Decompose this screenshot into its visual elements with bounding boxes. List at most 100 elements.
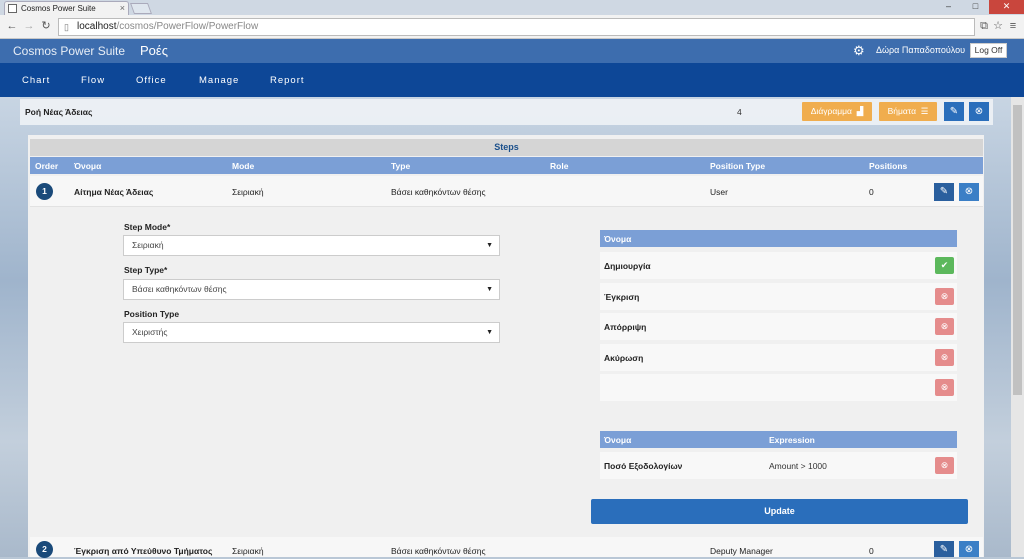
update-button[interactable]: Update (591, 499, 968, 524)
close-circle-icon: ⊗ (974, 106, 984, 117)
condition-expression: Amount > 1000 (769, 461, 827, 471)
close-icon[interactable]: × (120, 2, 125, 15)
action-disabled-button[interactable]: ⊗ (935, 318, 954, 335)
browser-tabstrip (0, 0, 1024, 15)
star-icon[interactable]: ☆ (991, 19, 1005, 33)
actions-col-name: Όνομα (604, 234, 632, 244)
url-input[interactable]: ▯ localhost/cosmos/PowerFlow/PowerFlow (58, 18, 975, 36)
step-type-value: Βάσει καθηκόντων θέσης (132, 284, 227, 294)
check-circle-icon: ✔ (940, 260, 949, 270)
delete-step-button[interactable]: ⊗ (959, 183, 979, 201)
diagram-button[interactable]: Διάγραμμα ▟ (802, 102, 872, 121)
close-circle-icon: ⊗ (940, 291, 949, 301)
page-info-icon[interactable]: ▯ (64, 19, 69, 35)
action-name: Έγκριση (604, 292, 640, 302)
step-positions: 0 (869, 187, 874, 197)
col-mode: Mode (232, 161, 255, 171)
logoff-button[interactable]: Log Off (970, 43, 1007, 58)
action-name: Δημιουργία (604, 261, 651, 271)
delete-step-button[interactable]: ⊗ (959, 541, 979, 557)
user-name[interactable]: Δώρα Παπαδοπούλου (876, 45, 965, 55)
list-icon: ☰ (918, 106, 929, 116)
action-disabled-button[interactable]: ⊗ (935, 288, 954, 305)
action-name: Απόρριψη (604, 322, 647, 332)
steps-button-label: Βήματα (887, 106, 916, 116)
close-circle-icon: ⊗ (940, 460, 949, 470)
step-type: Βάσει καθηκόντων θέσης (391, 546, 486, 556)
conditions-col-name: Όνομα (604, 435, 632, 445)
steps-button[interactable]: Βήματα ☰ (879, 102, 937, 121)
list-item: Δημιουργία ✔ (600, 252, 957, 279)
nav-office[interactable]: Office (136, 75, 167, 86)
action-name: Ακύρωση (604, 353, 644, 363)
caret-down-icon: ▼ (486, 329, 493, 336)
pencil-icon: ✎ (939, 544, 949, 555)
col-role: Role (550, 161, 569, 171)
col-order: Order (35, 161, 59, 171)
new-tab-button[interactable] (129, 3, 153, 14)
close-circle-icon: ⊗ (940, 352, 949, 362)
edit-step-button[interactable]: ✎ (934, 183, 954, 201)
list-item: Έγκριση ⊗ (600, 283, 957, 310)
position-type-value: Χειριστής (132, 327, 168, 337)
list-item: Ακύρωση ⊗ (600, 344, 957, 371)
browser-tab[interactable]: Cosmos Power Suite × (4, 1, 129, 15)
back-icon[interactable]: ← (5, 19, 19, 33)
maximize-icon[interactable]: □ (962, 0, 989, 14)
window-close-icon[interactable]: ✕ (989, 0, 1024, 14)
translate-icon[interactable]: ⧉ (977, 19, 991, 33)
address-bar-container: ← → ↻ ▯ localhost/cosmos/PowerFlow/Power… (0, 15, 1024, 39)
edit-step-button[interactable]: ✎ (934, 541, 954, 557)
gear-icon[interactable]: ⚙ (853, 43, 865, 59)
col-type: Type (391, 161, 411, 171)
step-mode-label: Step Mode* (124, 222, 171, 232)
action-enabled-button[interactable]: ✔ (935, 257, 954, 274)
scrollbar-thumb[interactable] (1013, 105, 1022, 395)
nav-flow[interactable]: Flow (81, 75, 105, 86)
step-mode-select[interactable]: Σειριακή ▼ (123, 235, 500, 256)
nav-report[interactable]: Report (270, 75, 305, 86)
edit-flow-button[interactable]: ✎ (944, 102, 964, 121)
step-name: Αίτημα Νέας Άδειας (74, 187, 154, 197)
col-position-type: Position Type (710, 161, 766, 171)
step-mode: Σειριακή (232, 187, 264, 197)
close-flow-button[interactable]: ⊗ (969, 102, 989, 121)
step-mode: Σειριακή (232, 546, 264, 556)
col-positions: Positions (869, 161, 908, 171)
url-path: /cosmos/PowerFlow/PowerFlow (116, 21, 259, 32)
caret-down-icon: ▼ (486, 286, 493, 293)
action-disabled-button[interactable]: ⊗ (935, 349, 954, 366)
order-badge: 1 (36, 183, 53, 200)
flow-title: Ροή Νέας Άδειας (25, 107, 93, 117)
brand-title[interactable]: Cosmos Power Suite (13, 44, 125, 58)
pencil-icon: ✎ (949, 106, 959, 117)
conditions-col-expression: Expression (769, 435, 815, 445)
action-disabled-button[interactable]: ⊗ (935, 379, 954, 396)
col-name: Όνομα (74, 161, 102, 171)
forward-icon[interactable]: → (22, 19, 36, 33)
main-nav: Chart Flow Office Manage Report (0, 63, 1024, 97)
condition-name: Ποσό Εξοδολογίων (604, 461, 683, 471)
list-item: Απόρριψη ⊗ (600, 313, 957, 340)
page-icon (8, 4, 17, 13)
section-title: Ροές (140, 43, 168, 58)
step-mode-value: Σειριακή (132, 240, 164, 250)
close-circle-icon: ⊗ (940, 321, 949, 331)
flow-step-count: 4 (737, 107, 742, 117)
step-position-type: User (710, 187, 728, 197)
step-type: Βάσει καθηκόντων θέσης (391, 187, 486, 197)
nav-chart[interactable]: Chart (22, 75, 50, 86)
minimize-icon[interactable]: – (935, 0, 962, 14)
table-row[interactable] (30, 176, 983, 207)
step-positions: 0 (869, 546, 874, 556)
position-type-select[interactable]: Χειριστής ▼ (123, 322, 500, 343)
reload-icon[interactable]: ↻ (39, 19, 53, 33)
steps-table-header: Order Όνομα Mode Type Role Position Type… (30, 157, 983, 174)
diagram-button-label: Διάγραμμα (810, 106, 852, 116)
position-type-label: Position Type (124, 309, 180, 319)
url-host: localhost (77, 21, 117, 32)
delete-condition-button[interactable]: ⊗ (935, 457, 954, 474)
step-type-select[interactable]: Βάσει καθηκόντων θέσης ▼ (123, 279, 500, 300)
nav-manage[interactable]: Manage (199, 75, 239, 86)
menu-icon[interactable]: ≡ (1006, 19, 1020, 33)
